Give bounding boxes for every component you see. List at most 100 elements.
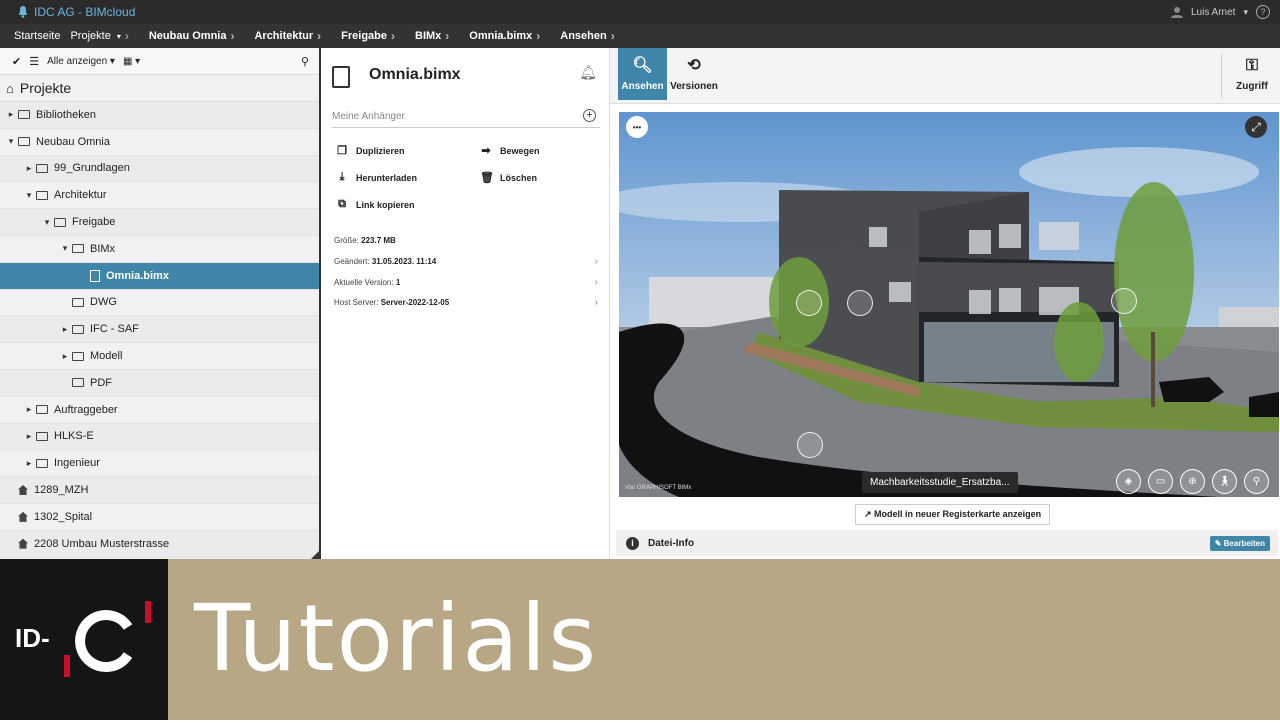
download-icon: ⤓ [339,171,345,183]
delete-button[interactable]: 🗑︎ Löschen [480,171,537,184]
tree-item[interactable]: 2208 Umbau Musterstrasse [0,530,319,558]
walk-mode-icon[interactable]: 🚶︎ [1212,469,1237,494]
download-label: Herunterladen [356,172,418,183]
caret-icon[interactable]: ▸ [22,404,36,415]
zoom-view-icon[interactable]: ⚲ [1244,469,1269,494]
tree-item[interactable]: ▸ Bibliotheken [0,102,319,129]
caret-icon[interactable]: ▸ [22,163,36,174]
fullscreen-icon[interactable]: ⤢ [1245,116,1267,138]
idc-logo-mark: ID- [15,601,151,677]
caret-icon[interactable]: ▸ [4,109,18,120]
move-button[interactable]: ➡ Bewegen [480,144,539,157]
breadcrumb-item[interactable]: Freigabe › [341,29,405,43]
attachments-field[interactable]: Meine Anhänger + [332,106,600,128]
tree-item-label: 1289_MZH [34,484,89,497]
tree-item-label: BIMx [90,242,116,255]
building-render[interactable] [619,112,1279,497]
gamepad-icon[interactable]: ⊕ [1180,469,1205,494]
project-tree-panel: ✔ ☰ Alle anzeigen ▾ ▦ ▾ ⚲ ⌂ Projekte ▸ Bi… [0,48,321,559]
caret-icon[interactable]: ▸ [58,351,72,362]
caret-icon[interactable]: ▾ [4,136,18,147]
tree-item[interactable]: 1289_MZH [0,477,319,504]
breadcrumb-item[interactable]: Omnia.bimx › [469,29,550,43]
tree-item[interactable]: ▾ Architektur [0,182,319,210]
tree-item[interactable]: ▸ HLKS-E [0,423,319,451]
info-host[interactable]: Host Server: Server-2022-12-05 › [334,297,598,308]
tree-item-selected[interactable]: Omnia.bimx [0,262,319,290]
notification-bell-icon[interactable]: 🔔︎ [579,64,597,81]
list-icon[interactable]: ☰ [29,55,39,68]
tree-item[interactable]: ▾ BIMx [0,236,319,263]
file-info-bar[interactable]: i Datei-Info ✎ Bearbeiten [616,530,1278,556]
picture-in-picture-icon[interactable]: ▭ [1148,469,1173,494]
tree-item-label: Ingenieur [54,457,100,470]
download-button[interactable]: ⤓ Herunterladen [336,171,417,184]
calendar-icon[interactable]: ▦ ▾ [123,56,140,67]
user-menu[interactable]: Luis Arnet ▾ ? [1170,0,1270,24]
search-icon[interactable]: ⚲ [301,55,309,68]
caret-icon[interactable]: ▸ [22,431,36,442]
tab-versions[interactable]: ⟲ Versionen [670,48,718,100]
bimx-3d-viewer[interactable]: ••• ⤢ Von GRAPHISOFT BIMx Machbarkeitsst… [619,112,1279,497]
viewer-panel: 🔍︎ Ansehen ⟲ Versionen ⚿ Zugriff ••• ⤢ V… [610,48,1280,559]
tree-item[interactable]: 1302_Spital [0,504,319,531]
banner-title: Tutorials [194,585,599,692]
edit-button[interactable]: ✎ Bearbeiten [1209,536,1270,551]
tree-item[interactable]: ▸ IFC - SAF [0,316,319,344]
tree-item[interactable]: ▾ Freigabe [0,209,319,236]
open-model-new-tab-button[interactable]: ↗ Modell in neuer Registerkarte anzeigen [855,504,1051,525]
viewer-toolbar: 🔍︎ Ansehen ⟲ Versionen ⚿ Zugriff [610,48,1280,104]
caret-icon[interactable]: ▾ [58,243,72,254]
tree-item[interactable]: PDF [0,369,319,397]
filter-dropdown[interactable]: Alle anzeigen ▾ [47,56,115,67]
add-attachment-icon[interactable]: + [583,109,596,122]
info-changed[interactable]: Geändert: 31.05.2023. 11:14 › [334,256,598,267]
hotspot-marker[interactable] [797,432,823,458]
breadcrumb-item[interactable]: Architektur › [254,29,331,43]
breadcrumb-item[interactable]: Ansehen › [560,29,624,43]
tree-toolbar: ✔ ☰ Alle anzeigen ▾ ▦ ▾ ⚲ [0,48,319,75]
tree-item[interactable]: ▸ 99_Grundlagen [0,155,319,183]
tree-item-label: 1302_Spital [34,510,93,523]
hotspot-marker[interactable] [1111,288,1137,314]
tree-item[interactable]: ▸ Ingenieur [0,450,319,478]
caret-icon[interactable]: ▾ [22,190,36,201]
tab-view[interactable]: 🔍︎ Ansehen [618,48,667,100]
breadcrumb-item[interactable]: BIMx › [415,29,459,43]
trash-icon: 🗑︎ [480,172,494,184]
hotspot-marker[interactable] [847,290,873,316]
tree-item[interactable]: ▸ Auftraggeber [0,397,319,424]
chevron-right-icon[interactable]: › [595,297,598,308]
chevron-right-icon[interactable]: › [595,256,598,267]
model-caption: Machbarkeitsstudie_Ersatzba... [862,472,1018,493]
caret-icon[interactable]: ▸ [58,324,72,335]
tree-item-label: HLKS-E [54,430,94,443]
help-icon[interactable]: ? [1256,5,1270,19]
app-brand[interactable]: IDC AG - BIMcloud [18,5,135,19]
tree-item[interactable]: ▸ Modell [0,343,319,370]
caret-icon[interactable]: ▾ [40,217,54,228]
user-caret: ▾ [1243,6,1248,17]
view-search-icon: 🔍︎ [632,57,653,74]
resize-handle[interactable] [311,551,319,559]
copy-link-button[interactable]: ⧉ Link kopieren [336,198,414,211]
info-icon: i [626,536,639,550]
tree-item-label: Architektur [54,189,107,202]
hotspot-marker[interactable] [796,290,822,316]
layers-icon[interactable]: ◈ [1116,469,1141,494]
viewer-menu-button[interactable]: ••• [626,116,648,138]
tree-item[interactable]: ▾ Neubau Omnia [0,129,319,156]
duplicate-button[interactable]: ❐ Duplizieren [336,144,404,157]
svg-text:ID-: ID- [15,623,50,653]
breadcrumb-item[interactable]: Projekte ▾ › [70,29,138,43]
check-icon[interactable]: ✔ [12,55,21,68]
chevron-right-icon[interactable]: › [595,277,598,288]
breadcrumb-item[interactable]: Startseite [14,30,60,42]
folder-icon [72,324,84,334]
tree-item[interactable]: DWG [0,290,319,317]
tab-access[interactable]: ⚿ Zugriff [1230,48,1274,100]
breadcrumb-item[interactable]: Neubau Omnia › [149,29,245,43]
info-version[interactable]: Aktuelle Version: 1 › [334,277,598,288]
caret-icon[interactable]: ▸ [22,458,36,469]
idc-logo: ID- [0,559,168,720]
